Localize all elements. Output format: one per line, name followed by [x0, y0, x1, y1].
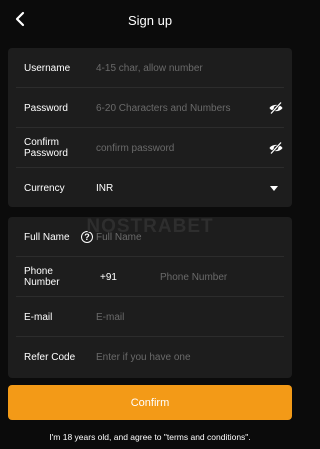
question-circle-icon[interactable]: ?	[81, 231, 93, 243]
confirm-password-label: Confirm Password	[24, 137, 68, 159]
confirm-password-label-line1: Confirm	[24, 137, 60, 148]
email-label: E-mail	[24, 311, 53, 323]
phone-input[interactable]: Phone Number	[160, 272, 227, 283]
phone-label-line1: Phone	[24, 266, 53, 277]
password-input[interactable]: 6-20 Characters and Numbers	[96, 103, 231, 114]
phone-label-line2: Number	[24, 277, 60, 288]
page-title: Sign up	[127, 12, 173, 28]
confirm-password-label-line2: Password	[24, 148, 68, 159]
username-row[interactable]: Username 4-15 char, allow number	[8, 48, 292, 88]
confirm-password-input[interactable]: confirm password	[96, 143, 174, 154]
refer-code-row[interactable]: Refer Code Enter if you have one	[8, 337, 292, 377]
email-row[interactable]: E-mail E-mail	[8, 297, 292, 337]
currency-select[interactable]: INR	[96, 183, 113, 194]
confirm-password-row[interactable]: Confirm Password confirm password	[8, 128, 292, 168]
full-name-label: Full Name	[24, 231, 70, 243]
password-row[interactable]: Password 6-20 Characters and Numbers	[8, 88, 292, 128]
phone-row[interactable]: Phone Number +91 Phone Number	[8, 257, 292, 297]
country-code-select[interactable]: +91	[100, 272, 117, 283]
currency-row[interactable]: Currency INR	[8, 168, 292, 208]
username-label: Username	[24, 62, 71, 74]
eye-off-icon[interactable]	[268, 140, 284, 156]
refer-code-input[interactable]: Enter if you have one	[96, 352, 191, 363]
caret-down-icon[interactable]	[270, 185, 278, 191]
username-input[interactable]: 4-15 char, allow number	[96, 63, 203, 74]
currency-label: Currency	[24, 182, 65, 194]
account-section: Username 4-15 char, allow number Passwor…	[8, 48, 292, 207]
confirm-button[interactable]: Confirm	[8, 385, 292, 420]
full-name-input[interactable]: Full Name	[96, 232, 142, 243]
eye-off-icon[interactable]	[268, 100, 284, 116]
chevron-left-icon	[15, 11, 25, 27]
full-name-row[interactable]: Full Name ? Full Name	[8, 217, 292, 257]
back-button[interactable]	[10, 9, 30, 29]
phone-label: Phone Number	[24, 266, 60, 288]
password-label: Password	[24, 102, 68, 114]
profile-section: Full Name ? Full Name Phone Number +91 P…	[8, 217, 292, 378]
refer-code-label: Refer Code	[24, 351, 76, 363]
email-input[interactable]: E-mail	[96, 312, 124, 323]
terms-agreement-text[interactable]: I'm 18 years old, and agree to "terms an…	[0, 432, 300, 442]
top-bar: Sign up	[0, 0, 300, 40]
